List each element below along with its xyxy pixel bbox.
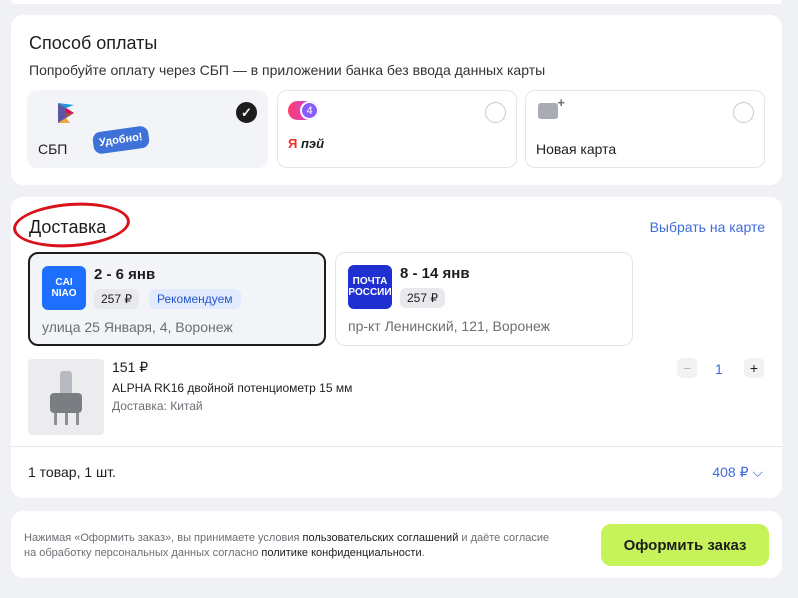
legal-text: Нажимая «Оформить заказ», вы принимаете … — [24, 532, 550, 559]
delivery-price: 257 ₽ — [94, 289, 139, 309]
divider — [11, 446, 782, 447]
product-price: 151 ₽ — [112, 359, 149, 375]
previous-card — [11, 0, 782, 4]
delivery-price: 257 ₽ — [400, 288, 445, 308]
add-card-icon — [538, 95, 565, 119]
product-shipping: Доставка: Китай — [112, 399, 203, 413]
potentiometer-pin — [54, 413, 57, 425]
russian-post-logo: ПОЧТА РОССИИ — [348, 265, 392, 309]
increase-quantity-button[interactable]: + — [744, 358, 764, 378]
total-price: 408 ₽ — [712, 464, 749, 480]
cainiao-logo: CAI NIAO — [42, 266, 86, 310]
delivery-dates: 2 - 6 янв — [94, 266, 156, 283]
place-order-button[interactable]: Оформить заказ — [601, 524, 769, 566]
payment-option-sbp[interactable]: ✓ СБП Удобно! — [27, 90, 268, 168]
product-name[interactable]: ALPHA RK16 двойной потенциометр 15 мм — [112, 381, 352, 395]
payment-option-yandex-pay[interactable]: 4 Я пэй — [277, 90, 517, 168]
convenient-badge: Удобно! — [91, 125, 150, 155]
payment-section: Способ оплаты Попробуйте оплату через СБ… — [11, 15, 782, 185]
radio-icon[interactable] — [485, 102, 506, 123]
yandex-pay-logo: Я пэй — [288, 136, 325, 151]
delivery-title: Доставка — [29, 217, 107, 237]
potentiometer-pin — [65, 413, 68, 425]
checkout-footer: Нажимая «Оформить заказ», вы принимаете … — [11, 511, 782, 578]
payment-option-label: СБП — [38, 141, 68, 157]
radio-selected-icon[interactable]: ✓ — [236, 102, 257, 123]
split-count: 4 — [300, 101, 319, 120]
payment-option-new-card[interactable]: Новая карта — [525, 90, 765, 168]
potentiometer-body — [50, 393, 82, 413]
delivery-dates: 8 - 14 янв — [400, 265, 470, 282]
choose-on-map-link[interactable]: Выбрать на карте — [650, 219, 765, 235]
user-agreements-link[interactable]: пользовательских соглашений — [303, 532, 459, 544]
potentiometer-pin — [76, 413, 79, 425]
delivery-section: Доставка Выбрать на карте CAI NIAO 2 - 6… — [11, 197, 782, 498]
payment-title: Способ оплаты — [29, 33, 158, 53]
delivery-option-cainiao[interactable]: CAI NIAO 2 - 6 янв 257 ₽ Рекомендуем ули… — [28, 252, 326, 346]
payment-subtitle: Попробуйте оплату через СБП — в приложен… — [29, 62, 546, 78]
payment-option-label: Новая карта — [536, 141, 617, 157]
total-toggle[interactable]: 408 ₽ ⌵ — [712, 464, 763, 481]
pickup-address: пр-кт Ленинский, 121, Воронеж — [348, 318, 550, 334]
chevron-down-icon: ⌵ — [748, 464, 763, 480]
recommended-badge: Рекомендуем — [149, 289, 241, 309]
radio-icon[interactable] — [733, 102, 754, 123]
quantity-value: 1 — [715, 361, 723, 377]
potentiometer-shaft — [60, 371, 72, 395]
pickup-address: улица 25 Января, 4, Воронеж — [42, 319, 233, 335]
delivery-option-russian-post[interactable]: ПОЧТА РОССИИ 8 - 14 янв 257 ₽ пр-кт Лени… — [335, 252, 633, 346]
decrease-quantity-button[interactable]: − — [677, 358, 697, 378]
items-count: 1 товар, 1 шт. — [28, 464, 117, 480]
sbp-logo-icon — [58, 103, 74, 123]
privacy-policy-link[interactable]: политике конфиденциальности — [261, 547, 421, 559]
product-image[interactable] — [28, 359, 104, 435]
